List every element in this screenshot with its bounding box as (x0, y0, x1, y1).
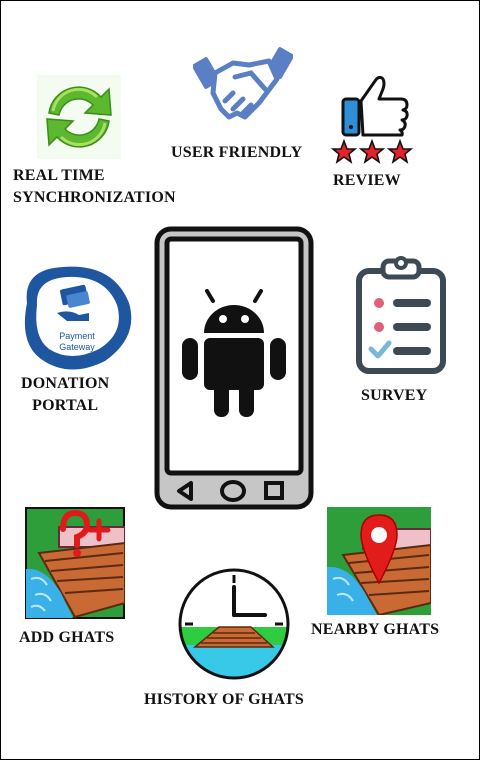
feature-label: SURVEY (361, 387, 428, 404)
feature-label: REAL TIME SYNCHRONIZATION (13, 167, 176, 206)
clipboard-checklist-icon (356, 256, 446, 374)
svg-text:Gateway: Gateway (59, 342, 95, 352)
feature-add-ghats[interactable]: ADD GHATS (15, 507, 145, 653)
star-icon (331, 139, 413, 164)
ghat-location-pin-icon (327, 507, 431, 615)
app-screen: REAL TIME SYNCHRONIZATION USER FRIENDLY (0, 0, 480, 760)
ghat-clock-icon (178, 568, 290, 680)
thumbs-up-icon (341, 75, 409, 137)
feature-history-of-ghats[interactable]: HISTORY OF GHATS (141, 567, 341, 717)
phone-illustration (153, 225, 315, 511)
feature-label: REVIEW (333, 172, 401, 189)
sync-arrows-icon (37, 75, 121, 159)
feature-label: ADD GHATS (19, 629, 115, 646)
feature-survey[interactable]: SURVEY (345, 253, 455, 413)
handshake-icon (193, 47, 293, 120)
android-phone-icon (154, 226, 314, 510)
payment-gateway-icon: Payment Gateway (24, 266, 132, 370)
feature-label: DONATION PORTAL (21, 375, 110, 414)
feature-label: USER FRIENDLY (171, 144, 303, 161)
feature-user-friendly[interactable]: USER FRIENDLY (169, 41, 319, 167)
feature-review[interactable]: REVIEW (327, 75, 427, 195)
rating-stars (331, 139, 413, 164)
feature-donation-portal[interactable]: Payment Gateway DONATION PORTAL (13, 263, 143, 423)
svg-text:Payment: Payment (59, 331, 95, 341)
ghat-add-icon (25, 507, 125, 619)
feature-label: HISTORY OF GHATS (144, 691, 305, 708)
